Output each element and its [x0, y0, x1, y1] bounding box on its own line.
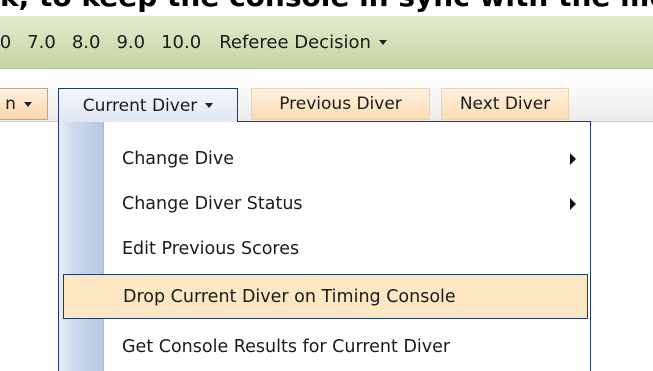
- current-diver-menu: Change Dive Change Diver Status Edit Pre…: [58, 121, 591, 371]
- next-diver-label: Next Diver: [459, 94, 551, 114]
- score-button-9[interactable]: 9.0: [108, 32, 153, 53]
- previous-diver-button[interactable]: Previous Diver: [251, 88, 430, 120]
- chevron-down-icon: [205, 103, 214, 108]
- menu-item-label: Change Diver Status: [122, 193, 303, 214]
- referee-decision-label: Referee Decision: [219, 31, 371, 53]
- diver-toolbar: n Current Diver Previous Diver Next Dive…: [0, 70, 653, 122]
- menu-item-label: Edit Previous Scores: [122, 238, 300, 259]
- menu-item-label: Change Dive: [122, 148, 235, 169]
- menu-icon-gutter: [59, 122, 104, 371]
- partial-dropdown-button[interactable]: n: [0, 88, 48, 120]
- partial-title-text: k, to keep the console in sync with the …: [0, 0, 653, 13]
- current-diver-dropdown-button[interactable]: Current Diver: [58, 88, 238, 122]
- score-button-8[interactable]: 8.0: [64, 32, 109, 53]
- menu-item-label: Drop Current Diver on Timing Console: [123, 286, 456, 307]
- referee-decision-dropdown[interactable]: Referee Decision: [209, 32, 387, 53]
- submenu-arrow-icon: [570, 152, 576, 165]
- submenu-arrow-icon: [570, 197, 576, 210]
- score-button-7[interactable]: 7.0: [19, 32, 64, 53]
- chevron-down-icon: [378, 39, 387, 45]
- menu-item-label: Get Console Results for Current Diver: [122, 336, 451, 357]
- menu-item-drop-current-diver[interactable]: Drop Current Diver on Timing Console: [63, 274, 588, 319]
- partial-button-label: n: [5, 94, 16, 114]
- chevron-down-icon: [23, 101, 32, 107]
- menu-item-change-dive[interactable]: Change Dive: [104, 136, 590, 181]
- menu-item-change-diver-status[interactable]: Change Diver Status: [104, 181, 590, 226]
- scores-toolbar: .0 7.0 8.0 9.0 10.0 Referee Decision: [0, 16, 653, 69]
- previous-diver-label: Previous Diver: [279, 94, 402, 114]
- score-button-partial[interactable]: .0: [0, 32, 19, 53]
- score-button-10[interactable]: 10.0: [153, 32, 209, 53]
- menu-item-edit-previous-scores[interactable]: Edit Previous Scores: [104, 226, 590, 271]
- top-title-strip: k, to keep the console in sync with the …: [0, 0, 653, 16]
- current-diver-label: Current Diver: [82, 95, 198, 116]
- next-diver-button[interactable]: Next Diver: [441, 88, 569, 120]
- menu-item-get-console-results[interactable]: Get Console Results for Current Diver: [104, 324, 590, 369]
